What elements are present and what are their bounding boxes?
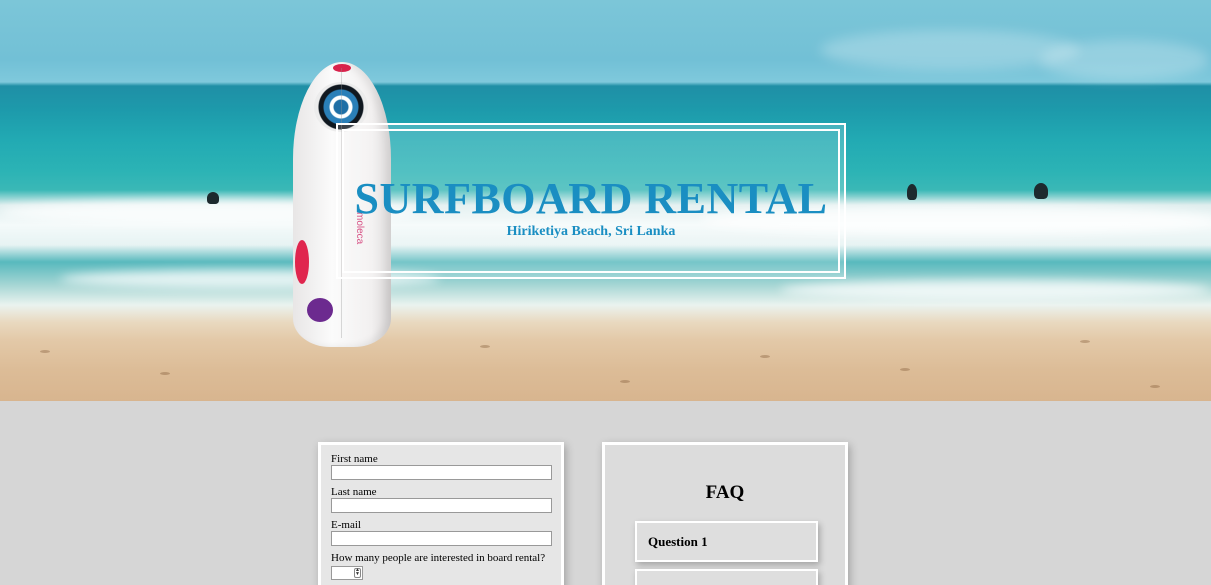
sand-texture — [900, 368, 910, 371]
board-sticker — [307, 298, 333, 322]
surfer-figure — [207, 192, 219, 204]
sand-texture — [760, 355, 770, 358]
first-name-field[interactable] — [331, 465, 552, 480]
rental-form-card: First name Last name E-mail How many peo… — [318, 442, 564, 585]
hero-banner: moleca SURFBOARD RENTAL Hiriketiya Beach… — [0, 0, 1211, 401]
sand-texture — [160, 372, 170, 375]
wave-decoration — [780, 280, 1210, 300]
email-field[interactable] — [331, 531, 552, 546]
email-label: E-mail — [331, 519, 361, 531]
sand-texture — [1080, 340, 1090, 343]
first-name-label: First name — [331, 453, 378, 465]
last-name-label: Last name — [331, 486, 377, 498]
hero-title-box: SURFBOARD RENTAL Hiriketiya Beach, Sri L… — [336, 123, 846, 279]
board-nose-mark — [333, 64, 351, 72]
faq-question-2[interactable]: Question 2 — [635, 569, 818, 585]
sand-texture — [480, 345, 490, 348]
people-count-stepper[interactable]: ▲ ▼ — [331, 566, 363, 580]
sand-texture — [620, 380, 630, 383]
stepper-arrows-icon[interactable]: ▲ ▼ — [354, 568, 361, 578]
last-name-field[interactable] — [331, 498, 552, 513]
people-count-label: How many people are interested in board … — [331, 552, 546, 564]
page-subtitle: Hiriketiya Beach, Sri Lanka — [506, 224, 676, 239]
page-title: SURFBOARD RENTAL — [354, 174, 828, 223]
surfer-figure — [1034, 183, 1048, 199]
surfer-figure — [907, 184, 917, 200]
board-sticker — [295, 240, 309, 284]
faq-title: FAQ — [705, 482, 745, 503]
faq-question-1[interactable]: Question 1 — [635, 521, 818, 562]
sand-texture — [1150, 385, 1160, 388]
faq-card: FAQ Question 1 Question 2 — [602, 442, 848, 585]
cloud-decoration — [1040, 40, 1210, 80]
sand-texture — [40, 350, 50, 353]
